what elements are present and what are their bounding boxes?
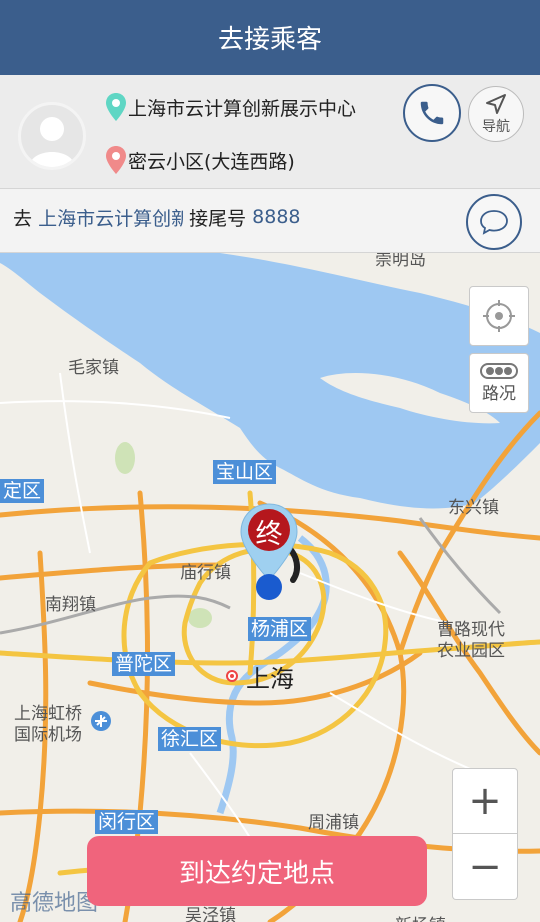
map-label-zhoupu: 周浦镇: [308, 813, 359, 833]
map-label-nanxiang: 南翔镇: [45, 595, 96, 615]
navigation-button[interactable]: 导航: [468, 86, 524, 142]
locate-button[interactable]: [469, 286, 529, 346]
call-passenger-button[interactable]: [403, 84, 461, 142]
tail-number: 8888: [252, 206, 301, 228]
map-label-minhang: 闵行区: [95, 810, 159, 834]
passenger-info-panel: 上海市云计算创新展示中心 密云小区(大连西路): [0, 75, 540, 189]
zoom-in-button[interactable]: +: [452, 768, 518, 834]
avatar: [18, 102, 86, 170]
arrive-button[interactable]: 到达约定地点: [87, 836, 427, 906]
message-button[interactable]: [466, 194, 522, 250]
map-label-hongqiao2: 国际机场: [14, 725, 82, 745]
pickup-row: 上海市云计算创新展示中心: [106, 93, 356, 121]
map-label-putuo: 普陀区: [112, 652, 176, 676]
pickup-pin-icon: [106, 93, 126, 121]
chat-bubble-icon: [480, 210, 508, 235]
destination-marker[interactable]: 终: [238, 500, 308, 600]
navigation-label: 导航: [482, 119, 510, 135]
map-label-maojia: 毛家镇: [68, 358, 119, 378]
phone-icon: [420, 101, 444, 125]
order-destination: 上海市云计算创新展示中心: [38, 207, 184, 230]
map-label-xinchang: 新场镇: [395, 911, 446, 922]
map-label-xuhui: 徐汇区: [158, 727, 222, 751]
traffic-toggle-button[interactable]: 路况: [469, 353, 529, 413]
traffic-light-icon: [480, 362, 518, 379]
minus-icon: −: [468, 843, 502, 890]
page-title: 去接乘客: [217, 25, 322, 55]
plus-icon: +: [468, 778, 502, 824]
tail-number-label: 接尾号: [189, 207, 247, 230]
destination-marker-label: 终: [255, 519, 283, 550]
map-label-chongming: 崇明岛: [375, 253, 426, 270]
title-bar: 去接乘客: [0, 0, 540, 75]
map-label-baoshan: 宝山区: [213, 460, 277, 484]
locate-target-icon: [483, 300, 515, 332]
order-bar: 去 上海市云计算创新展示中心 接尾号 8888: [0, 189, 540, 253]
dropoff-address: 密云小区(大连西路): [128, 150, 295, 173]
order-summary: 去 上海市云计算创新展示中心 接尾号 8888: [13, 189, 301, 245]
arrive-button-label: 到达约定地点: [178, 858, 335, 889]
map-label-miaohang: 庙行镇: [180, 563, 231, 583]
map-label-dongxing: 东兴镇: [448, 498, 499, 518]
dropoff-pin-icon: [106, 146, 126, 174]
traffic-label: 路况: [482, 383, 516, 404]
go-prefix: 去: [13, 207, 33, 230]
dropoff-row: 密云小区(大连西路): [106, 146, 295, 174]
zoom-out-button[interactable]: −: [452, 834, 518, 900]
map-label-caolu2: 农业园区: [437, 641, 505, 661]
map-label-yangpu: 杨浦区: [248, 617, 312, 641]
navigation-arrow-icon: [486, 94, 506, 114]
amap-logo: 高德地图: [10, 891, 99, 916]
map-label-shanghai: 上海: [246, 665, 294, 693]
map-label-jiading: 定区: [0, 479, 45, 503]
pickup-address: 上海市云计算创新展示中心: [128, 97, 357, 120]
